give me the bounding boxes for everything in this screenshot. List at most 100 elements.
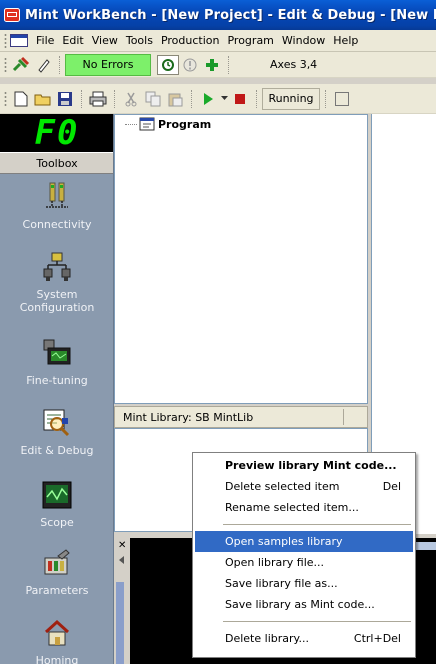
toolbar-separator bbox=[191, 89, 192, 108]
menu-edit[interactable]: Edit bbox=[58, 34, 87, 47]
program-icon bbox=[139, 117, 155, 131]
cut-button[interactable] bbox=[120, 89, 142, 109]
fine-tuning-icon bbox=[40, 336, 74, 370]
app-icon[interactable] bbox=[4, 8, 20, 22]
toolbar-separator bbox=[256, 89, 257, 108]
plus-icon bbox=[206, 58, 218, 71]
library-context-menu: Preview library Mint code... Delete sele… bbox=[192, 452, 416, 658]
connect-icon bbox=[12, 56, 30, 71]
scissors-icon bbox=[125, 92, 137, 106]
menu-item-save-library-file-as[interactable]: Save library file as... bbox=[195, 573, 413, 594]
menu-item-save-library-as-mint-code[interactable]: Save library as Mint code... bbox=[195, 594, 413, 615]
toolbar-grip[interactable] bbox=[4, 90, 7, 107]
toolbox-item-fine-tuning[interactable]: Fine-tuning bbox=[0, 336, 113, 387]
copy-icon bbox=[145, 91, 161, 106]
toolbox-panel: F0 Toolbox Connectivity System Configura… bbox=[0, 114, 114, 664]
parameters-icon bbox=[40, 546, 74, 580]
save-button[interactable] bbox=[54, 89, 76, 109]
toolbox-header: Toolbox bbox=[0, 152, 113, 174]
toolbox-item-system-configuration[interactable]: System Configuration bbox=[0, 250, 113, 314]
standard-toolbar: Running bbox=[0, 84, 436, 114]
menu-item-label: Save library file as... bbox=[225, 577, 338, 590]
toolbox-item-connectivity[interactable]: Connectivity bbox=[0, 180, 113, 231]
scroll-left-icon[interactable] bbox=[119, 556, 124, 564]
stop-button[interactable] bbox=[229, 89, 251, 109]
scope-icon bbox=[40, 478, 74, 512]
document-window-icon[interactable] bbox=[10, 34, 28, 47]
print-button[interactable] bbox=[87, 89, 109, 109]
toolbox-item-label: Homing bbox=[35, 654, 79, 664]
open-button[interactable] bbox=[32, 89, 54, 109]
window-toggle-button[interactable] bbox=[331, 89, 353, 109]
menu-bar: File Edit View Tools Production Program … bbox=[0, 30, 436, 52]
menu-production[interactable]: Production bbox=[157, 34, 224, 47]
menu-item-label: Open samples library bbox=[225, 535, 343, 548]
menu-item-delete-selected[interactable]: Delete selected item Del bbox=[195, 476, 413, 497]
window-box-icon bbox=[335, 91, 349, 106]
toolbox-item-label: Connectivity bbox=[22, 218, 92, 231]
paste-icon bbox=[168, 93, 183, 106]
axes-label: Axes 3,4 bbox=[270, 58, 318, 71]
erase-button[interactable] bbox=[32, 55, 54, 75]
system-configuration-icon bbox=[40, 250, 74, 284]
tree-node-program[interactable]: Program bbox=[125, 117, 211, 131]
library-header: Mint Library: SB MintLib bbox=[114, 406, 368, 428]
build-status: No Errors bbox=[65, 53, 151, 76]
homing-icon bbox=[40, 616, 74, 650]
connectivity-icon bbox=[40, 180, 74, 214]
connect-button[interactable] bbox=[10, 55, 32, 75]
menu-item-preview-library-code[interactable]: Preview library Mint code... bbox=[195, 455, 413, 476]
toolbox-item-label: Fine-tuning bbox=[26, 374, 88, 387]
toolbox-item-edit-debug[interactable]: Edit & Debug bbox=[0, 406, 113, 457]
menu-item-label: Delete selected item bbox=[225, 480, 340, 493]
library-title: Mint Library: SB MintLib bbox=[123, 410, 254, 424]
menu-item-open-library-file[interactable]: Open library file... bbox=[195, 552, 413, 573]
menu-item-label: Rename selected item... bbox=[225, 501, 359, 514]
title-bar: Mint WorkBench - [New Project] - Edit & … bbox=[0, 0, 436, 30]
paste-button[interactable] bbox=[164, 89, 186, 109]
program-tree[interactable]: Program bbox=[114, 114, 368, 404]
menu-tools[interactable]: Tools bbox=[122, 34, 157, 47]
menu-item-label: Open library file... bbox=[225, 556, 325, 569]
menu-item-rename-selected[interactable]: Rename selected item... bbox=[195, 497, 413, 518]
close-icon[interactable]: ✕ bbox=[118, 540, 126, 551]
column-divider[interactable] bbox=[343, 409, 344, 425]
menu-window[interactable]: Window bbox=[278, 34, 329, 47]
stop-icon bbox=[235, 93, 245, 104]
warning-icon bbox=[183, 58, 197, 71]
run-button[interactable] bbox=[197, 89, 219, 109]
drive-status-display: F0 bbox=[0, 114, 113, 153]
toolbox-item-label: Parameters bbox=[25, 584, 89, 597]
menu-help[interactable]: Help bbox=[329, 34, 362, 47]
menu-program[interactable]: Program bbox=[223, 34, 277, 47]
panel-tab-strip[interactable] bbox=[116, 582, 124, 664]
edit-debug-icon bbox=[40, 406, 74, 440]
menu-item-shortcut: Del bbox=[382, 480, 401, 493]
printer-icon bbox=[89, 91, 107, 106]
toolbar-separator bbox=[114, 89, 115, 108]
run-state-indicator: Running bbox=[262, 87, 320, 110]
menubar-grip[interactable] bbox=[4, 32, 7, 49]
menu-item-label: Preview library Mint code... bbox=[225, 459, 397, 472]
window-title: Mint WorkBench - [New Project] - Edit & … bbox=[25, 7, 436, 23]
run-dropdown[interactable] bbox=[219, 89, 229, 109]
status-toolbar: No Errors Axes 3,4 bbox=[0, 52, 436, 78]
toolbox-item-scope[interactable]: Scope bbox=[0, 478, 113, 529]
menu-view[interactable]: View bbox=[88, 34, 122, 47]
menu-item-delete-library[interactable]: Delete library... Ctrl+Del bbox=[195, 628, 413, 649]
add-button[interactable] bbox=[201, 55, 223, 75]
open-folder-icon bbox=[34, 94, 51, 105]
new-button[interactable] bbox=[10, 89, 32, 109]
warning-button[interactable] bbox=[179, 55, 201, 75]
toolbar-grip[interactable] bbox=[4, 56, 7, 73]
play-icon bbox=[204, 92, 213, 105]
copy-button[interactable] bbox=[142, 89, 164, 109]
menu-item-open-samples-library[interactable]: Open samples library bbox=[195, 531, 413, 552]
toolbox-item-homing[interactable]: Homing bbox=[0, 616, 113, 664]
toolbox-item-parameters[interactable]: Parameters bbox=[0, 546, 113, 597]
menu-file[interactable]: File bbox=[32, 34, 58, 47]
menu-separator bbox=[223, 621, 411, 622]
toolbox-item-label: Edit & Debug bbox=[20, 444, 94, 457]
refresh-button[interactable] bbox=[157, 54, 179, 75]
toolbar-separator bbox=[59, 55, 60, 74]
